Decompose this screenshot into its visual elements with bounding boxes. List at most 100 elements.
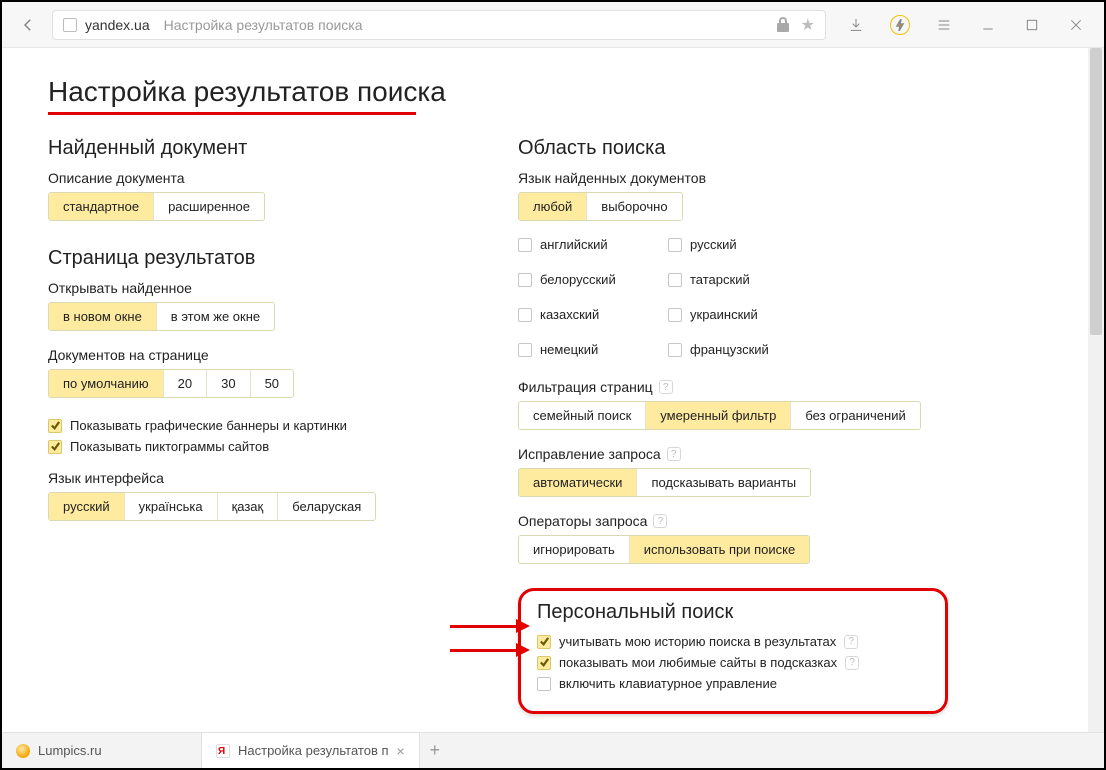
scrollbar-thumb[interactable] [1090,48,1102,335]
description-standard-button[interactable]: стандартное [49,193,154,220]
checkbox-lang-ukrainian[interactable] [668,308,682,322]
tab-label: Настройка результатов п [238,743,389,758]
open-newwindow-button[interactable]: в новом окне [49,303,157,330]
label-keyboard-nav: включить клавиатурное управление [559,676,777,691]
description-toggle: стандартное расширенное [48,192,265,221]
personal-search-box: Персональный поиск учитывать мою историю… [518,588,948,714]
label-open-found: Открывать найденное [48,280,448,296]
label-description: Описание документа [48,170,448,186]
back-button[interactable] [10,7,46,43]
checkbox-keyboard-nav[interactable] [537,677,551,691]
label-lang-kazakh: казахский [540,307,599,322]
window-maximize-button[interactable] [1012,7,1052,43]
favicon-icon [16,744,30,758]
tab-lumpics[interactable]: Lumpics.ru [2,733,202,768]
label-interface-lang: Язык интерфейса [48,470,448,486]
filter-none-button[interactable]: без ограничений [791,402,919,429]
lang-select-button[interactable]: выборочно [587,193,681,220]
docs-50-button[interactable]: 50 [251,370,293,397]
menu-button[interactable] [924,7,964,43]
page-filter-toggle: семейный поиск умеренный фильтр без огра… [518,401,921,430]
tab-yandex-settings[interactable]: Я Настройка результатов п × [202,733,420,768]
bookmark-star-icon[interactable]: ★ [801,15,815,35]
label-page-filter: Фильтрация страниц? [518,379,948,395]
ops-use-button[interactable]: использовать при поиске [630,536,809,563]
label-docs-per-page: Документов на странице [48,347,448,363]
fix-suggest-button[interactable]: подсказывать варианты [637,469,810,496]
docs-default-button[interactable]: по умолчанию [49,370,164,397]
iface-kk-button[interactable]: қазақ [218,493,279,520]
url-domain: yandex.ua [85,17,150,33]
label-lang-english: английский [540,237,608,252]
ops-ignore-button[interactable]: игнорировать [519,536,630,563]
iface-ua-button[interactable]: українська [125,493,218,520]
section-results-page: Страница результатов [48,247,448,270]
checkbox-lang-tatar[interactable] [668,273,682,287]
filter-moderate-button[interactable]: умеренный фильтр [646,402,791,429]
label-use-history: учитывать мою историю поиска в результат… [559,634,836,649]
checkbox-lang-russian[interactable] [668,238,682,252]
help-icon[interactable]: ? [667,447,681,461]
doc-language-toggle: любой выборочно [518,192,683,221]
checkbox-lang-french[interactable] [668,343,682,357]
site-info-icon[interactable] [63,18,77,32]
help-icon[interactable]: ? [844,635,858,649]
window-minimize-button[interactable] [968,7,1008,43]
label-show-favicons: Показывать пиктограммы сайтов [70,439,269,454]
scrollbar[interactable] [1088,48,1104,732]
iface-ru-button[interactable]: русский [49,493,125,520]
window-close-button[interactable] [1056,7,1096,43]
section-search-scope: Область поиска [518,137,948,160]
docs-30-button[interactable]: 30 [207,370,250,397]
help-icon[interactable]: ? [845,656,859,670]
section-found-document: Найденный документ [48,137,448,160]
section-personal-search: Персональный поиск [537,601,929,624]
checkbox-lang-belarusian[interactable] [518,273,532,287]
label-show-banners: Показывать графические баннеры и картинк… [70,418,347,433]
checkbox-show-banners[interactable] [48,419,62,433]
interface-lang-toggle: русский українська қазақ беларуская [48,492,376,521]
checkbox-lang-english[interactable] [518,238,532,252]
page-title: Настройка результатов поиска [48,76,1058,108]
extension-button[interactable] [880,7,920,43]
label-lang-german: немецкий [540,342,598,357]
new-tab-button[interactable]: + [420,733,450,768]
downloads-button[interactable] [836,7,876,43]
description-extended-button[interactable]: расширенное [154,193,264,220]
open-samewindow-button[interactable]: в этом же окне [157,303,274,330]
checkbox-use-history[interactable] [537,635,551,649]
label-lang-belarusian: белорусский [540,272,616,287]
label-show-favorites: показывать мои любимые сайты в подсказка… [559,655,837,670]
help-icon[interactable]: ? [659,380,673,394]
label-lang-tatar: татарский [690,272,750,287]
label-query-correction: Исправление запроса? [518,446,948,462]
lang-any-button[interactable]: любой [519,193,587,220]
checkbox-show-favicons[interactable] [48,440,62,454]
correction-toggle: автоматически подсказывать варианты [518,468,811,497]
checkbox-lang-kazakh[interactable] [518,308,532,322]
fix-auto-button[interactable]: автоматически [519,469,637,496]
label-lang-ukrainian: украинский [690,307,758,322]
tab-close-button[interactable]: × [397,743,405,759]
label-query-operators: Операторы запроса? [518,513,948,529]
operators-toggle: игнорировать использовать при поиске [518,535,810,564]
browser-toolbar: yandex.ua Настройка результатов поиска ★ [2,2,1104,48]
label-doc-language: Язык найденных документов [518,170,948,186]
help-icon[interactable]: ? [653,514,667,528]
url-title: Настройка результатов поиска [164,17,363,33]
open-found-toggle: в новом окне в этом же окне [48,302,275,331]
iface-by-button[interactable]: беларуская [278,493,375,520]
favicon-icon: Я [216,744,230,758]
filter-family-button[interactable]: семейный поиск [519,402,646,429]
address-bar[interactable]: yandex.ua Настройка результатов поиска ★ [52,10,826,40]
tab-bar: Lumpics.ru Я Настройка результатов п × + [2,732,1104,768]
tab-label: Lumpics.ru [38,743,102,758]
checkbox-lang-german[interactable] [518,343,532,357]
page-viewport: Настройка результатов поиска Найденный д… [2,48,1104,732]
checkbox-show-favorites[interactable] [537,656,551,670]
title-underline [48,112,416,115]
docs-per-page-toggle: по умолчанию 20 30 50 [48,369,294,398]
lock-icon [775,16,791,34]
label-lang-french: французский [690,342,769,357]
docs-20-button[interactable]: 20 [164,370,207,397]
